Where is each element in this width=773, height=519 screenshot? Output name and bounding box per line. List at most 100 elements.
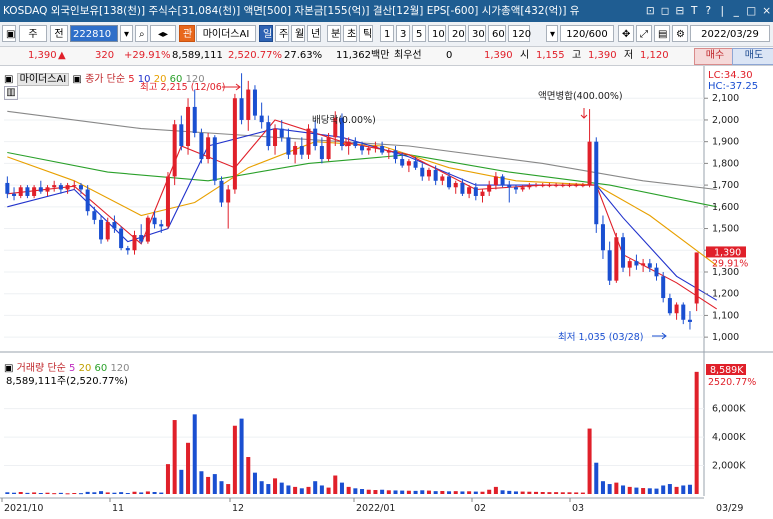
volume-bar bbox=[627, 486, 632, 494]
volume-bar bbox=[614, 482, 619, 494]
period-tab-minute[interactable]: 분 bbox=[327, 25, 341, 42]
window-ctl-4[interactable]: T bbox=[690, 0, 698, 22]
candle-body bbox=[326, 137, 331, 160]
volume-bar bbox=[85, 491, 90, 494]
save-icon[interactable]: ▤ bbox=[654, 25, 670, 42]
watch-tag[interactable]: 관 bbox=[179, 25, 195, 42]
volume-bar bbox=[165, 464, 170, 494]
count-dropdown-icon[interactable]: ▾ bbox=[546, 25, 558, 42]
candle-body bbox=[473, 187, 478, 196]
candle-body bbox=[580, 185, 585, 187]
minute-option[interactable]: 30 bbox=[468, 25, 486, 42]
zoom-icon[interactable]: ⤢ bbox=[636, 25, 652, 42]
candle-body bbox=[105, 222, 110, 240]
minute-option[interactable]: 5 bbox=[412, 25, 426, 42]
volume-pct-text: 2520.77% bbox=[708, 377, 756, 388]
volume-bar bbox=[206, 476, 211, 494]
code-input[interactable]: 222810 bbox=[70, 25, 118, 42]
candle-body bbox=[186, 106, 191, 147]
legend-checkbox-icon[interactable]: ▣ bbox=[4, 74, 13, 85]
minute-option[interactable]: 20 bbox=[448, 25, 466, 42]
volume-bar bbox=[513, 491, 518, 494]
volume-bar bbox=[105, 492, 110, 494]
volume-bar bbox=[460, 491, 465, 494]
volume-bar bbox=[52, 493, 57, 495]
window-ctl-3[interactable]: ⊟ bbox=[675, 0, 684, 22]
chart-area[interactable]: 2,1002,0001,9001,8001,7001,6001,5001,400… bbox=[0, 66, 773, 516]
volume-bar bbox=[386, 490, 391, 494]
candle-body bbox=[65, 185, 70, 190]
volume-bar bbox=[540, 492, 545, 494]
minimize-button[interactable]: _ bbox=[732, 0, 740, 22]
annotation-dividend: 배당락(0.00%) bbox=[312, 114, 376, 126]
volume-bar bbox=[467, 491, 472, 494]
period-tab-week[interactable]: 주 bbox=[275, 25, 289, 42]
period-tab-second[interactable]: 초 bbox=[343, 25, 357, 42]
candle-body bbox=[259, 115, 264, 123]
x-tick-label: 02 bbox=[474, 503, 486, 514]
candle-body bbox=[647, 263, 652, 268]
volume-bar bbox=[661, 485, 666, 494]
volume-bar bbox=[400, 490, 405, 494]
minute-option[interactable]: 1 bbox=[380, 25, 394, 42]
volume-tag-text: 8,589K bbox=[710, 365, 744, 376]
candle-body bbox=[393, 150, 398, 160]
buy-button[interactable]: 매수 bbox=[694, 48, 736, 65]
period-tab-month[interactable]: 월 bbox=[291, 25, 305, 42]
candle-body bbox=[5, 182, 10, 194]
candle-body bbox=[413, 161, 418, 168]
volume-bar bbox=[346, 486, 351, 494]
volume-bar bbox=[313, 481, 318, 494]
help-button[interactable]: ? bbox=[704, 0, 712, 22]
market-select[interactable]: 주 bbox=[19, 25, 47, 42]
maximize-button[interactable]: □ bbox=[746, 0, 756, 22]
volume-bar bbox=[674, 486, 679, 494]
volume-bar bbox=[353, 488, 358, 494]
crosshair-icon[interactable]: ✥ bbox=[618, 25, 634, 42]
candle-body bbox=[366, 148, 371, 151]
volume-bar bbox=[12, 492, 17, 494]
period-tab-day[interactable]: 일 bbox=[259, 25, 273, 42]
volume-bar bbox=[152, 492, 157, 494]
volume-bar bbox=[547, 492, 552, 494]
legend-checkbox-icon[interactable]: ▣ bbox=[72, 74, 81, 85]
scope-select[interactable]: 전 bbox=[50, 25, 68, 42]
code-dropdown-icon[interactable]: ▾ bbox=[120, 25, 133, 42]
menu-icon[interactable]: ▣ bbox=[2, 25, 16, 42]
candle-body bbox=[493, 176, 498, 186]
date-input[interactable]: 2022/03/29 bbox=[690, 25, 770, 42]
volume-bar bbox=[78, 493, 83, 495]
chart-svg[interactable]: 2,1002,0001,9001,8001,7001,6001,5001,400… bbox=[0, 66, 773, 516]
volume-bar bbox=[266, 484, 271, 494]
count-input[interactable]: 120/600 bbox=[560, 25, 614, 42]
candle-body bbox=[386, 150, 391, 153]
window-ctl-1[interactable]: ⊡ bbox=[646, 0, 655, 22]
candle-body bbox=[266, 122, 271, 147]
x-tick-label: 2022/01 bbox=[356, 503, 395, 514]
window-ctl-2[interactable]: ◻ bbox=[661, 0, 670, 22]
minute-option[interactable]: 120 bbox=[508, 25, 531, 42]
search-icon[interactable]: ⌕ bbox=[135, 25, 148, 42]
sell-button[interactable]: 매도 bbox=[732, 48, 773, 65]
candle-body bbox=[560, 185, 565, 187]
candle-body bbox=[125, 248, 130, 251]
settings-icon[interactable]: ⚙ bbox=[672, 25, 688, 42]
period-tab-year[interactable]: 년 bbox=[307, 25, 321, 42]
prev-next-icon[interactable]: ◂▸ bbox=[150, 25, 176, 42]
chart-background bbox=[0, 66, 773, 516]
annotation-low: 최저 1,035 (03/28) bbox=[558, 332, 644, 343]
volume-bar bbox=[600, 481, 605, 494]
close-button[interactable]: × bbox=[762, 0, 771, 22]
y-tick-label: 1,500 bbox=[712, 224, 739, 235]
minute-option[interactable]: 10 bbox=[428, 25, 446, 42]
volume-bar bbox=[641, 488, 646, 494]
candle-body bbox=[319, 146, 324, 160]
minute-option[interactable]: 60 bbox=[488, 25, 506, 42]
minute-option[interactable]: 3 bbox=[396, 25, 410, 42]
candle-body bbox=[172, 124, 177, 177]
volume-bar bbox=[299, 488, 304, 494]
candle-body bbox=[380, 146, 385, 153]
period-tab-tick[interactable]: 틱 bbox=[359, 25, 373, 42]
chart-options-icon[interactable]: ▥ bbox=[4, 86, 18, 100]
volume-bar bbox=[319, 485, 324, 494]
